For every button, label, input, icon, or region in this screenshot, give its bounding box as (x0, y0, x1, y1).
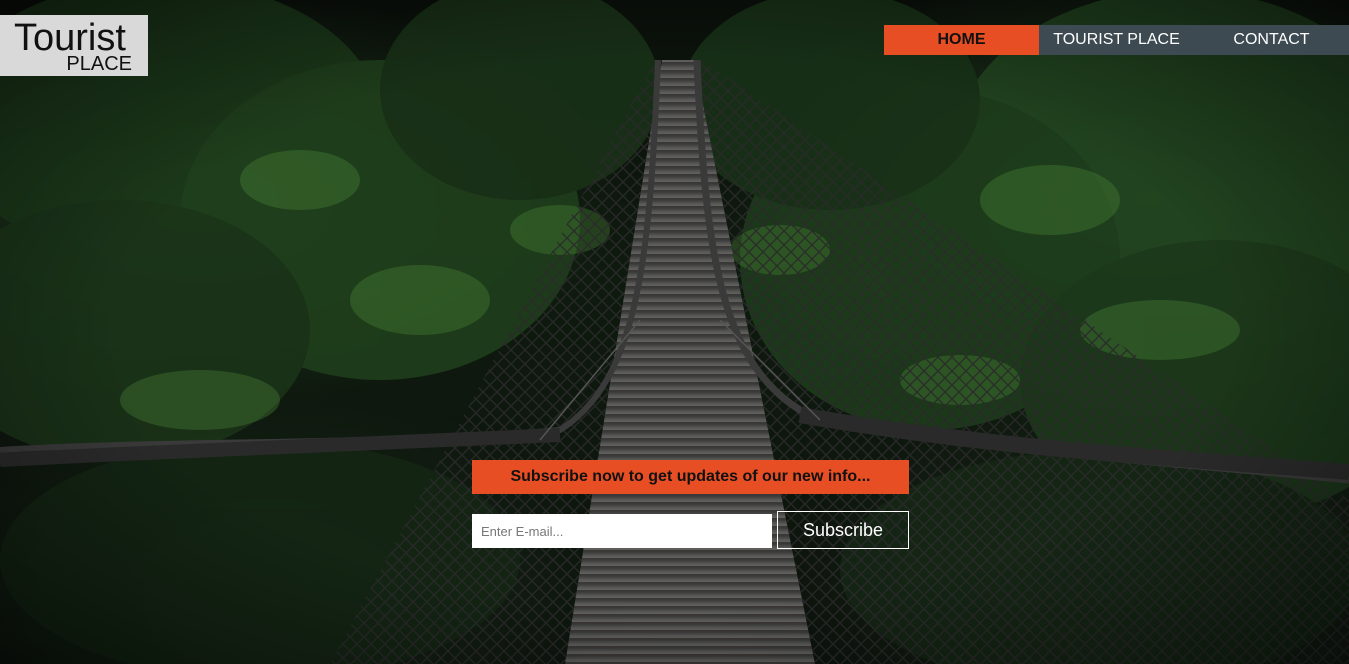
main-navigation: HOME TOURIST PLACE CONTACT (884, 25, 1349, 55)
subscribe-banner: Subscribe now to get updates of our new … (472, 460, 909, 494)
logo-subtitle: PLACE (66, 53, 132, 75)
nav-item-contact[interactable]: CONTACT (1194, 25, 1349, 55)
email-input[interactable] (472, 514, 772, 548)
hero-section: Tourist PLACE HOME TOURIST PLACE CONTACT… (0, 0, 1349, 664)
site-logo[interactable]: Tourist PLACE (0, 15, 148, 76)
nav-item-tourist-place[interactable]: TOURIST PLACE (1039, 25, 1194, 55)
forest-bridge-background-image (0, 0, 1349, 664)
nav-item-home[interactable]: HOME (884, 25, 1039, 55)
subscribe-button[interactable]: Subscribe (777, 511, 909, 549)
